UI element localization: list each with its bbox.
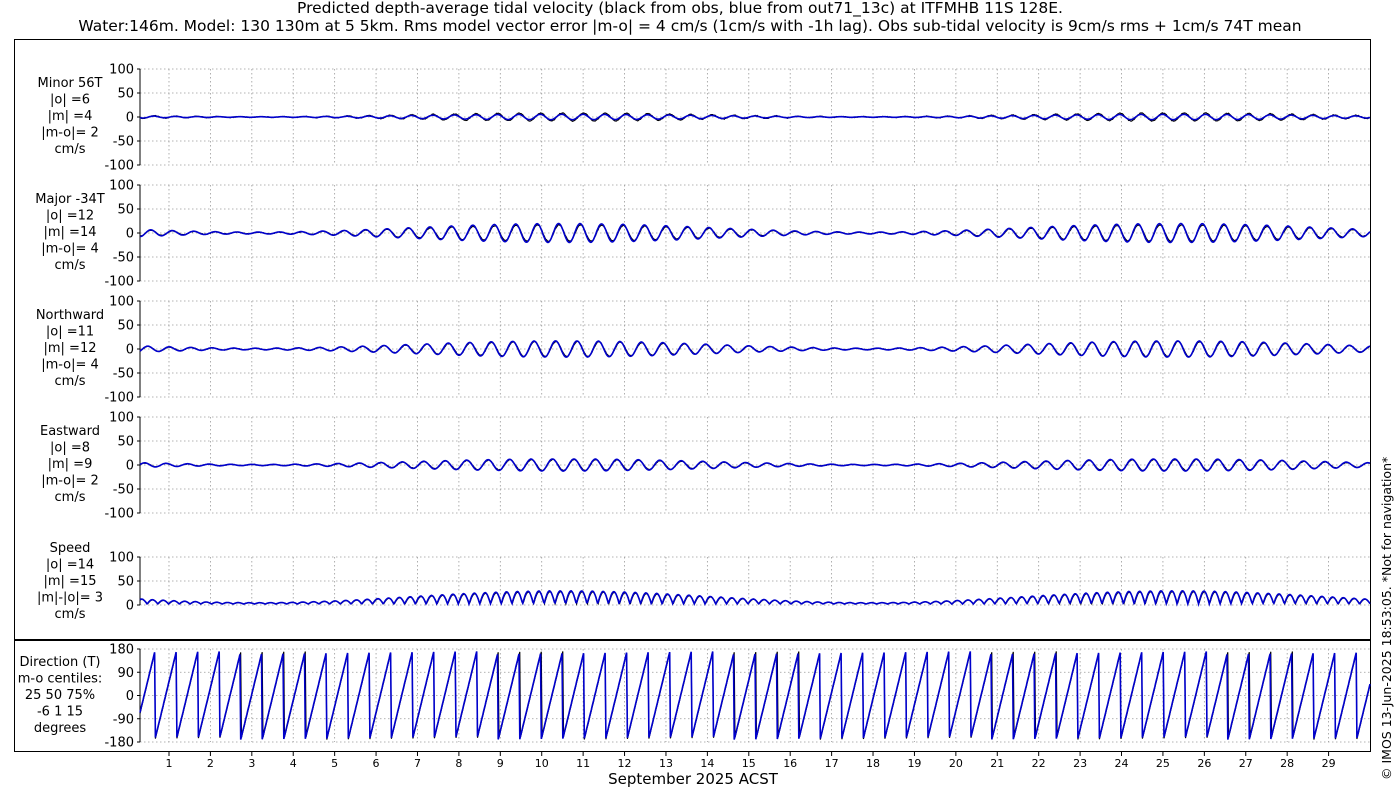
x-tick-label: 27 bbox=[1239, 757, 1253, 770]
y-tick-label: -100 bbox=[104, 159, 134, 174]
y-tick-label: 0 bbox=[126, 343, 134, 358]
panel-label-line: |m-o|= 4 bbox=[41, 358, 99, 373]
y-tick-label: 0 bbox=[126, 111, 134, 126]
x-tick-label: 10 bbox=[535, 757, 549, 770]
series-model-line bbox=[139, 590, 1371, 608]
panel-label-line: |o| =6 bbox=[50, 93, 90, 108]
x-tick-label: 23 bbox=[1073, 757, 1087, 770]
y-tick-label: -50 bbox=[113, 483, 134, 498]
y-tick-label: -50 bbox=[113, 367, 134, 382]
y-tick-label: 50 bbox=[117, 435, 134, 450]
panel-label-line: Speed bbox=[50, 541, 91, 556]
panel-label-line: |m| =4 bbox=[48, 109, 93, 124]
x-tick-label: 3 bbox=[248, 757, 255, 770]
x-tick-label: 22 bbox=[1032, 757, 1046, 770]
y-tick-label: 0 bbox=[126, 689, 134, 704]
panel-label-line: 25 50 75% bbox=[25, 688, 95, 703]
y-tick-label: 50 bbox=[117, 575, 134, 590]
panel-label-line: -6 1 15 bbox=[37, 705, 83, 720]
panel-label-line: degrees bbox=[34, 721, 87, 736]
x-tick-label: 1 bbox=[165, 757, 172, 770]
panel-label-line: cm/s bbox=[55, 607, 86, 622]
x-tick-label: 25 bbox=[1156, 757, 1170, 770]
panel-label-line: |m| =15 bbox=[44, 574, 97, 589]
panel-label-line: |m-o|= 2 bbox=[41, 474, 99, 489]
x-tick-label: 20 bbox=[949, 757, 963, 770]
x-tick-label: 13 bbox=[659, 757, 673, 770]
x-tick-label: 16 bbox=[783, 757, 797, 770]
panel-label-line: |o| =8 bbox=[50, 441, 90, 456]
x-tick-label: 15 bbox=[742, 757, 756, 770]
panel-label-line: |m| =12 bbox=[44, 341, 97, 356]
y-tick-label: -100 bbox=[104, 275, 134, 290]
x-tick-label: 29 bbox=[1322, 757, 1336, 770]
x-tick-label: 21 bbox=[990, 757, 1004, 770]
panel-label-line: Eastward bbox=[40, 424, 100, 439]
y-tick-label: 100 bbox=[109, 411, 134, 426]
y-tick-label: 0 bbox=[126, 599, 134, 614]
y-tick-label: 100 bbox=[109, 179, 134, 194]
panel-label-line: cm/s bbox=[55, 374, 86, 389]
tidal-velocity-chart: 1 2 3 4 5 6 7 8 9 10 11 12 13 14 15 16 17 18 19 20 21 22 23 24 2… bbox=[14, 39, 1371, 788]
x-tick-label: 6 bbox=[373, 757, 380, 770]
y-tick-label: 0 bbox=[126, 227, 134, 242]
y-tick-label: -100 bbox=[104, 391, 134, 406]
x-tick-label: 2 bbox=[207, 757, 214, 770]
panel-label-line: |o| =11 bbox=[46, 325, 94, 340]
y-tick-label: 50 bbox=[117, 319, 134, 334]
x-tick-label: 7 bbox=[414, 757, 421, 770]
x-tick-label: 5 bbox=[331, 757, 338, 770]
x-tick-label: 9 bbox=[497, 757, 504, 770]
x-tick-label: 11 bbox=[576, 757, 590, 770]
y-tick-label: -50 bbox=[113, 135, 134, 150]
panel-label-line: |o| =14 bbox=[46, 558, 94, 573]
x-tick-label: 24 bbox=[1115, 757, 1129, 770]
panel-label-line: cm/s bbox=[55, 258, 86, 273]
y-tick-label: 100 bbox=[109, 551, 134, 566]
x-axis-label: September 2025 ACST bbox=[608, 770, 779, 788]
panel-label-line: |m-o|= 2 bbox=[41, 126, 99, 141]
panel-label-line: cm/s bbox=[55, 490, 86, 505]
panel-label-line: m-o centiles: bbox=[18, 672, 103, 687]
x-tick-label: 28 bbox=[1280, 757, 1294, 770]
y-tick-label: -180 bbox=[104, 736, 134, 751]
y-tick-label: -50 bbox=[113, 251, 134, 266]
x-tick-label: 12 bbox=[618, 757, 632, 770]
x-tick-label: 17 bbox=[825, 757, 839, 770]
x-tick-label: 4 bbox=[290, 757, 297, 770]
x-tick-label: 19 bbox=[907, 757, 921, 770]
x-tick-label: 26 bbox=[1197, 757, 1211, 770]
y-tick-label: 100 bbox=[109, 63, 134, 78]
y-tick-label: 180 bbox=[109, 643, 134, 658]
panel-label-line: |m-o|= 4 bbox=[41, 242, 99, 257]
y-tick-label: -90 bbox=[113, 712, 134, 727]
panel-label-line: Minor 56T bbox=[38, 76, 103, 91]
panel-label-line: |m| =14 bbox=[44, 225, 97, 240]
y-tick-label: 50 bbox=[117, 203, 134, 218]
y-tick-label: -100 bbox=[104, 507, 134, 522]
y-tick-label: 90 bbox=[117, 666, 134, 681]
y-tick-label: 100 bbox=[109, 295, 134, 310]
x-tick-label: 18 bbox=[866, 757, 880, 770]
x-tick-label: 14 bbox=[700, 757, 714, 770]
panel-label-line: |o| =12 bbox=[46, 209, 94, 224]
panel-label-line: Direction (T) bbox=[20, 655, 101, 670]
panel-label-line: Major -34T bbox=[35, 192, 104, 207]
panel-label-line: |m| =9 bbox=[48, 457, 93, 472]
panel-label-line: |m|-|o|= 3 bbox=[37, 591, 103, 606]
x-tick-label: 8 bbox=[455, 757, 462, 770]
y-tick-label: 0 bbox=[126, 459, 134, 474]
y-tick-label: 50 bbox=[117, 87, 134, 102]
upper-frame bbox=[14, 39, 1371, 640]
panel-label-line: cm/s bbox=[55, 142, 86, 157]
panel-label-line: Northward bbox=[36, 308, 104, 323]
